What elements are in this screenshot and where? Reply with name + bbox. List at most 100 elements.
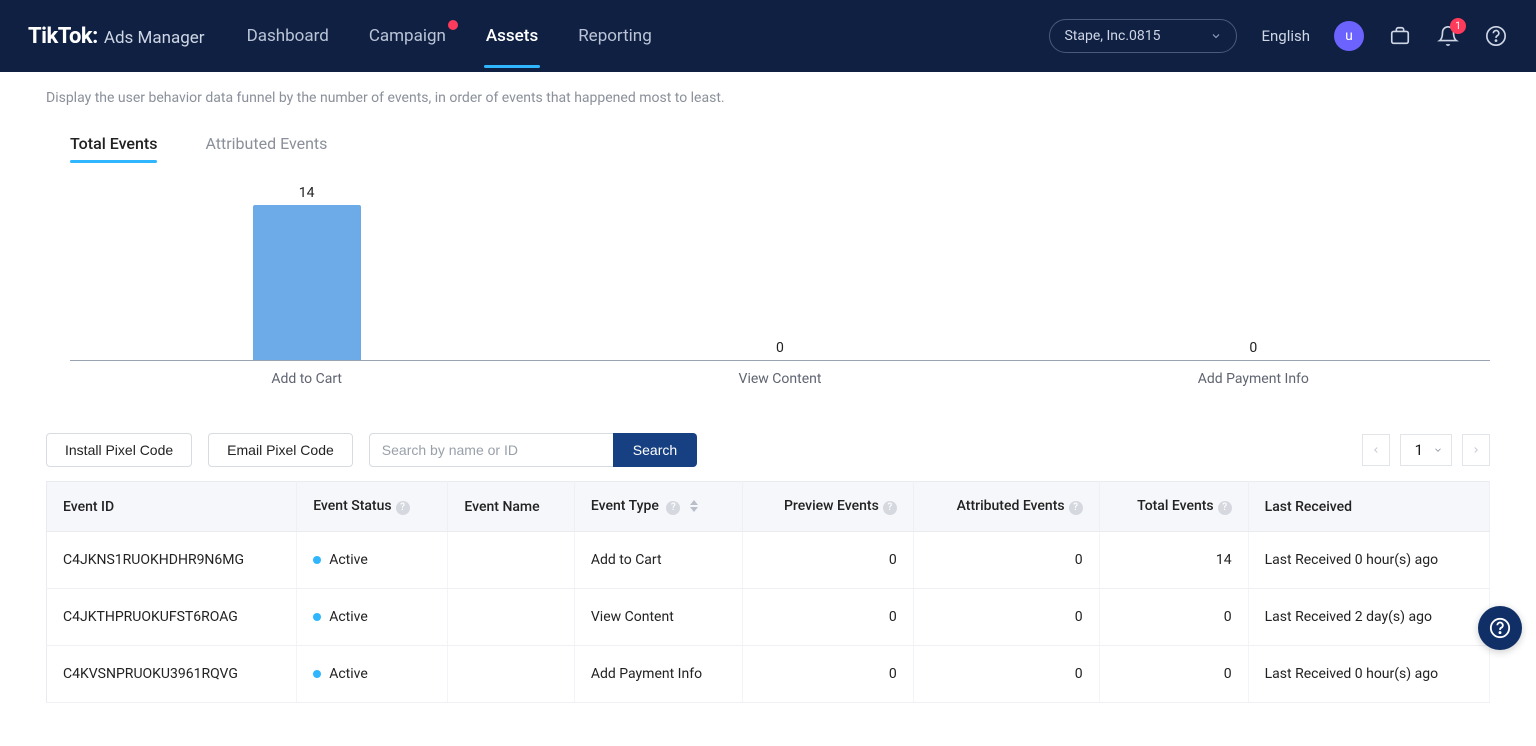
status-label: Active — [329, 666, 368, 682]
th-label: Preview Events — [784, 498, 879, 514]
chevron-left-icon — [1371, 445, 1381, 455]
question-icon — [1489, 617, 1511, 639]
bar-slot-add-to-cart: 14 — [70, 181, 543, 360]
pagination: 1 — [1362, 434, 1490, 466]
xlabel: View Content — [543, 371, 1016, 387]
header-right: Stape, Inc.0815 English u 1 — [1049, 19, 1508, 53]
top-header: TikTok: Ads Manager Dashboard Campaign A… — [0, 0, 1536, 72]
help-icon[interactable]: ? — [666, 501, 680, 515]
cell-attributed: 0 — [913, 589, 1099, 646]
events-table: Event ID Event Status? Event Name Event … — [46, 481, 1490, 703]
th-label: Event ID — [63, 499, 114, 515]
email-pixel-button[interactable]: Email Pixel Code — [208, 433, 353, 467]
table-row: C4KVSNPRUOKU3961RQVG Active Add Payment … — [47, 646, 1490, 703]
th-label: Event Type — [591, 498, 659, 514]
page-prev[interactable] — [1362, 434, 1390, 466]
cell-last: Last Received 0 hour(s) ago — [1248, 646, 1489, 703]
cell-type: Add to Cart — [574, 532, 743, 589]
bar-add-to-cart — [253, 205, 361, 360]
th-label: Last Received — [1265, 499, 1352, 515]
page-number: 1 — [1415, 441, 1423, 459]
search-input[interactable] — [369, 433, 613, 467]
cell-attributed: 0 — [913, 646, 1099, 703]
help-icon[interactable]: ? — [396, 501, 410, 515]
page-next[interactable] — [1462, 434, 1490, 466]
xlabel: Add Payment Info — [1017, 371, 1490, 387]
cell-last: Last Received 0 hour(s) ago — [1248, 532, 1489, 589]
cell-event-id: C4JKNS1RUOKHDHR9N6MG — [47, 532, 297, 589]
funnel-chart: 14 0 0 Add to Cart View Content Add Paym… — [70, 181, 1490, 387]
chevron-down-icon — [1433, 445, 1443, 455]
chart-xlabels: Add to Cart View Content Add Payment Inf… — [70, 371, 1490, 387]
cell-preview: 0 — [743, 646, 913, 703]
bar-slot-add-payment-info: 0 — [1017, 181, 1490, 360]
nav-campaign[interactable]: Campaign — [367, 26, 448, 46]
bar-value: 0 — [776, 340, 784, 356]
cell-preview: 0 — [743, 589, 913, 646]
th-attributed-events: Attributed Events? — [913, 482, 1099, 532]
search-group: Search — [369, 433, 697, 467]
page-select[interactable]: 1 — [1400, 434, 1452, 466]
status-dot-icon — [313, 613, 321, 621]
cell-total: 14 — [1099, 532, 1248, 589]
bar-slot-view-content: 0 — [543, 181, 1016, 360]
notifications-icon[interactable]: 1 — [1436, 24, 1460, 48]
avatar[interactable]: u — [1334, 21, 1364, 51]
sort-icon[interactable] — [690, 500, 698, 512]
nav-assets[interactable]: Assets — [484, 26, 540, 46]
th-event-type[interactable]: Event Type ? — [574, 482, 743, 532]
table-row: C4JKNS1RUOKHDHR9N6MG Active Add to Cart … — [47, 532, 1490, 589]
cell-name — [448, 589, 574, 646]
main-nav: Dashboard Campaign Assets Reporting — [245, 26, 1050, 46]
nav-reporting[interactable]: Reporting — [576, 26, 654, 46]
help-icon[interactable] — [1484, 24, 1508, 48]
nav-campaign-badge — [448, 20, 458, 30]
business-center-icon[interactable] — [1388, 24, 1412, 48]
event-tabs: Total Events Attributed Events — [70, 134, 1490, 163]
section-subtitle: Display the user behavior data funnel by… — [46, 90, 1490, 106]
tab-total-events[interactable]: Total Events — [70, 134, 157, 163]
th-label: Event Status — [313, 498, 391, 514]
bar-value: 0 — [1249, 340, 1257, 356]
nav-campaign-label: Campaign — [369, 26, 446, 46]
status-dot-icon — [313, 670, 321, 678]
account-selector[interactable]: Stape, Inc.0815 — [1049, 19, 1237, 53]
brand-logo: TikTok: Ads Manager — [28, 24, 205, 49]
status-dot-icon — [313, 556, 321, 564]
table-toolbar: Install Pixel Code Email Pixel Code Sear… — [46, 433, 1490, 467]
cell-total: 0 — [1099, 646, 1248, 703]
account-name: Stape, Inc.0815 — [1064, 28, 1160, 44]
help-icon[interactable]: ? — [883, 501, 897, 515]
th-preview-events: Preview Events? — [743, 482, 913, 532]
chart-plot: 14 0 0 — [70, 181, 1490, 361]
install-pixel-button[interactable]: Install Pixel Code — [46, 433, 192, 467]
cell-total: 0 — [1099, 589, 1248, 646]
language-label[interactable]: English — [1261, 27, 1310, 45]
cell-type: View Content — [574, 589, 743, 646]
chevron-right-icon — [1471, 445, 1481, 455]
help-icon[interactable]: ? — [1069, 501, 1083, 515]
cell-status: Active — [297, 532, 448, 589]
th-label: Total Events — [1137, 498, 1214, 514]
xlabel: Add to Cart — [70, 371, 543, 387]
tab-attributed-events[interactable]: Attributed Events — [205, 134, 327, 163]
th-event-id: Event ID — [47, 482, 297, 532]
chart-bars: 14 0 0 — [70, 181, 1490, 360]
table-body: C4JKNS1RUOKHDHR9N6MG Active Add to Cart … — [47, 532, 1490, 703]
help-icon[interactable]: ? — [1218, 501, 1232, 515]
search-button[interactable]: Search — [613, 433, 697, 467]
cell-status: Active — [297, 589, 448, 646]
table-row: C4JKTHPRUOKUFST6ROAG Active View Content… — [47, 589, 1490, 646]
th-label: Event Name — [464, 499, 539, 515]
th-last-received: Last Received — [1248, 482, 1489, 532]
page-content: Display the user behavior data funnel by… — [0, 72, 1536, 743]
nav-dashboard[interactable]: Dashboard — [245, 26, 331, 46]
th-event-name: Event Name — [448, 482, 574, 532]
status-label: Active — [329, 609, 368, 625]
cell-event-id: C4KVSNPRUOKU3961RQVG — [47, 646, 297, 703]
cell-attributed: 0 — [913, 532, 1099, 589]
cell-name — [448, 532, 574, 589]
brand-sub: Ads Manager — [104, 28, 205, 48]
th-event-status: Event Status? — [297, 482, 448, 532]
floating-help-button[interactable] — [1478, 606, 1522, 650]
